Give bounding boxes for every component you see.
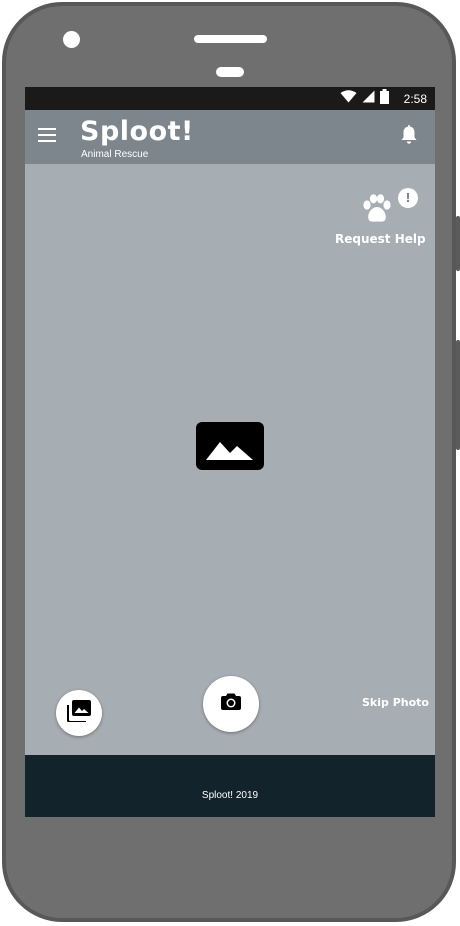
signal-icon bbox=[362, 90, 375, 108]
hamburger-menu-icon bbox=[38, 127, 56, 147]
camera-button[interactable] bbox=[203, 676, 259, 732]
proximity-sensor bbox=[216, 67, 244, 77]
request-help-button[interactable]: ! Request Help bbox=[335, 174, 435, 246]
footer: Sploot! 2019 bbox=[25, 755, 435, 817]
app-title: Sploot! bbox=[80, 116, 194, 147]
gallery-button[interactable] bbox=[56, 690, 102, 736]
earpiece-speaker bbox=[194, 35, 267, 43]
status-icons: 2:58 bbox=[340, 87, 427, 110]
paw-icon bbox=[361, 194, 393, 229]
alert-badge: ! bbox=[398, 188, 418, 208]
bell-icon bbox=[400, 124, 418, 150]
battery-icon bbox=[379, 88, 389, 109]
wifi-icon bbox=[340, 89, 357, 108]
menu-button[interactable] bbox=[35, 125, 59, 149]
front-camera bbox=[63, 31, 80, 48]
skip-photo-link[interactable]: Skip Photo bbox=[362, 696, 429, 709]
footer-text: Sploot! 2019 bbox=[201, 790, 259, 801]
photo-library-icon bbox=[67, 699, 91, 727]
app-bar: Sploot! Animal Rescue bbox=[25, 110, 435, 164]
app-subtitle: Animal Rescue bbox=[81, 149, 149, 160]
photo-capture-area: ! Request Help Skip Photo bbox=[25, 164, 435, 755]
request-help-label: Request Help bbox=[335, 232, 426, 246]
power-button bbox=[456, 216, 460, 271]
app-screen: 2:58 Sploot! Animal Rescue ! Request Hel… bbox=[25, 87, 435, 817]
notifications-button[interactable] bbox=[397, 124, 421, 150]
status-time: 2:58 bbox=[403, 91, 427, 106]
image-placeholder-icon bbox=[196, 422, 264, 470]
volume-button bbox=[456, 340, 460, 450]
status-bar: 2:58 bbox=[25, 87, 435, 110]
camera-icon bbox=[221, 693, 241, 715]
